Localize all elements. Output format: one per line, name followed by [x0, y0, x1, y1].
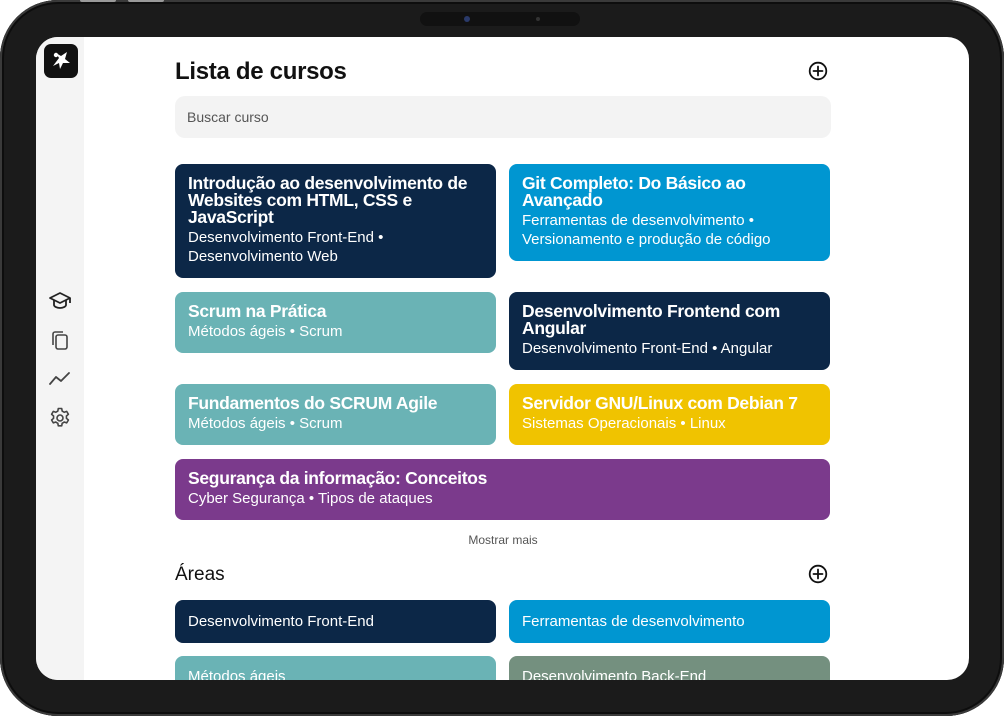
course-subtitle: Sistemas Operacionais • Linux: [522, 415, 726, 432]
add-area-button[interactable]: [807, 563, 829, 585]
course-title: Git Completo: Do Básico ao Avançado: [522, 173, 746, 210]
volume-button: [128, 0, 164, 2]
sidebar: [36, 37, 84, 680]
plus-circle-icon: [808, 564, 828, 584]
screen: Lista de cursos Introdução ao desenvolvi…: [36, 37, 969, 680]
course-card[interactable]: Git Completo: Do Básico ao Avançado Ferr…: [509, 164, 830, 261]
course-title: Fundamentos do SCRUM Agile: [188, 393, 438, 413]
course-title: Desenvolvimento Frontend com Angular: [522, 301, 781, 338]
sidebar-item-copies[interactable]: [47, 327, 73, 353]
add-course-button[interactable]: [807, 60, 829, 82]
graduation-cap-icon: [49, 292, 71, 309]
search-input[interactable]: [175, 96, 831, 138]
course-subtitle: Desenvolvimento Front-End • Desenvolvime…: [188, 229, 384, 265]
gear-icon: [50, 407, 70, 427]
area-label: Desenvolvimento Back-End: [522, 668, 707, 680]
course-card[interactable]: Servidor GNU/Linux com Debian 7 Sistemas…: [509, 384, 830, 445]
camera-lens: [464, 16, 470, 22]
area-card[interactable]: Desenvolvimento Back-End: [509, 656, 830, 680]
course-subtitle: Métodos ágeis • Scrum: [188, 415, 343, 432]
area-card[interactable]: Desenvolvimento Front-End: [175, 600, 496, 643]
sidebar-item-settings[interactable]: [47, 405, 73, 431]
tablet-frame: Lista de cursos Introdução ao desenvolvi…: [0, 0, 1004, 716]
sidebar-item-stats[interactable]: [47, 366, 73, 392]
show-more-link[interactable]: Mostrar mais: [175, 533, 831, 547]
area-card[interactable]: Ferramentas de desenvolvimento: [509, 600, 830, 643]
course-subtitle: Desenvolvimento Front-End • Angular: [522, 340, 773, 357]
volume-button: [80, 0, 116, 2]
area-label: Ferramentas de desenvolvimento: [522, 613, 745, 630]
course-title: Scrum na Prática: [188, 301, 327, 321]
areas-title: Áreas: [175, 564, 225, 585]
course-card[interactable]: Segurança da informação: Conceitos Cyber…: [175, 459, 830, 520]
page-title: Lista de cursos: [175, 58, 347, 85]
course-card[interactable]: Introdução ao desenvolvimento de Website…: [175, 164, 496, 278]
course-subtitle: Métodos ágeis • Scrum: [188, 323, 343, 340]
trend-line-icon: [49, 372, 70, 385]
course-card[interactable]: Desenvolvimento Frontend com Angular Des…: [509, 292, 830, 370]
course-card[interactable]: Scrum na Prática Métodos ágeis • Scrum: [175, 292, 496, 353]
course-subtitle: Cyber Segurança • Tipos de ataques: [188, 490, 433, 507]
light-sensor: [536, 17, 540, 21]
course-subtitle: Ferramentas de desenvolvimento • Version…: [522, 212, 771, 248]
course-title: Introdução ao desenvolvimento de Website…: [188, 173, 468, 227]
course-title: Servidor GNU/Linux com Debian 7: [522, 393, 798, 413]
copy-icon: [52, 331, 68, 350]
camera-housing: [420, 12, 580, 26]
area-label: Métodos ágeis: [188, 668, 286, 680]
course-card[interactable]: Fundamentos do SCRUM Agile Métodos ágeis…: [175, 384, 496, 445]
course-title: Segurança da informação: Conceitos: [188, 468, 488, 488]
app-logo-icon[interactable]: [44, 44, 78, 78]
plus-circle-icon: [808, 61, 828, 81]
area-card[interactable]: Métodos ágeis: [175, 656, 496, 680]
area-label: Desenvolvimento Front-End: [188, 613, 374, 630]
sidebar-item-courses[interactable]: [47, 288, 73, 314]
